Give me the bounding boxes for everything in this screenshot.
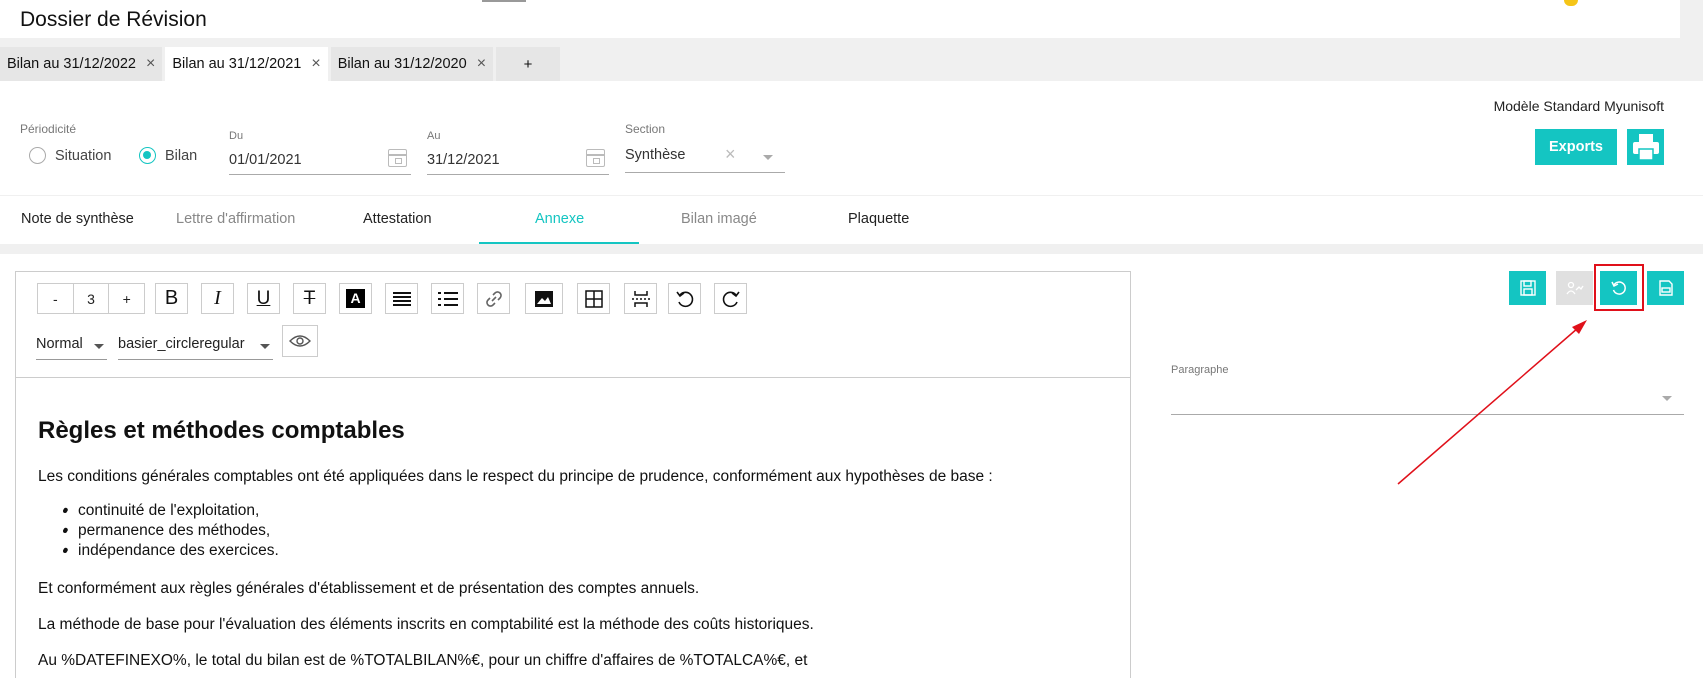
- annotation-arrow: [1397, 320, 1587, 485]
- app-window: Dossier de Révision Bilan au 31/12/2022 …: [0, 0, 1703, 678]
